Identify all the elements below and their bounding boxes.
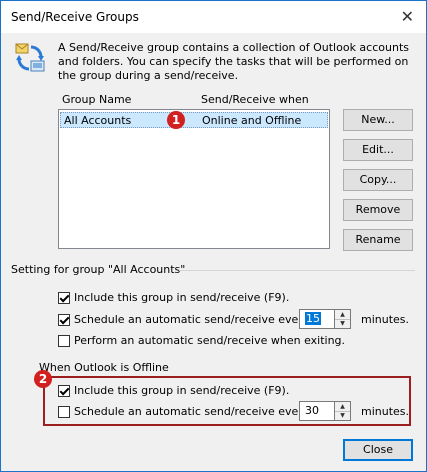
close-button[interactable]: Close	[343, 439, 413, 461]
annotation-badge-2: 2	[34, 370, 52, 388]
schedule-minutes-value: 15	[305, 312, 321, 325]
offline-schedule-checkbox[interactable]	[58, 406, 70, 418]
spin-arrows[interactable]: ▲ ▼	[335, 309, 351, 329]
edit-button[interactable]: Edit...	[343, 139, 413, 161]
send-receive-when-cell: Online and Offline	[202, 114, 302, 127]
new-button[interactable]: New...	[343, 109, 413, 131]
offline-minutes-stepper[interactable]: 30 ▲ ▼	[299, 401, 351, 421]
rename-button[interactable]: Rename	[343, 229, 413, 251]
offline-minutes-value: 30	[305, 404, 319, 417]
close-icon[interactable]: ✕	[401, 7, 414, 26]
divider	[179, 270, 415, 271]
offline-spin-arrows[interactable]: ▲ ▼	[335, 401, 351, 421]
offline-include-checkbox[interactable]	[58, 385, 70, 397]
offline-heading: When Outlook is Offline	[39, 361, 169, 374]
group-name-cell: All Accounts	[64, 114, 132, 127]
window-title: Send/Receive Groups	[11, 10, 139, 24]
title-bar: Send/Receive Groups ✕	[1, 1, 426, 33]
down-arrow-icon[interactable]: ▼	[335, 319, 350, 328]
column-header-send-receive-when: Send/Receive when	[201, 93, 309, 106]
include-label: Include this group in send/receive (F9).	[74, 291, 290, 304]
down-arrow-icon[interactable]: ▼	[335, 411, 350, 420]
column-header-group-name: Group Name	[62, 93, 132, 106]
schedule-minutes-stepper[interactable]: 15 ▲ ▼	[299, 309, 351, 329]
offline-include-label: Include this group in send/receive (F9).	[74, 384, 290, 397]
groups-list: Group Name Send/Receive when All Account…	[58, 92, 330, 249]
offline-minutes-label: minutes.	[361, 405, 410, 418]
schedule-label: Schedule an automatic send/receive every	[74, 313, 310, 326]
send-receive-groups-dialog: Send/Receive Groups ✕ A Send/Receive gro…	[0, 0, 427, 472]
send-receive-icon	[15, 43, 45, 72]
groups-listbox[interactable]: All Accounts Online and Offline 1	[58, 109, 330, 249]
exit-label: Perform an automatic send/receive when e…	[74, 334, 346, 347]
remove-button[interactable]: Remove	[343, 199, 413, 221]
include-checkbox[interactable]	[58, 292, 70, 304]
copy-button[interactable]: Copy...	[343, 169, 413, 191]
exit-checkbox[interactable]	[58, 335, 70, 347]
offline-schedule-label: Schedule an automatic send/receive every	[74, 405, 310, 418]
list-item[interactable]: All Accounts Online and Offline 1	[60, 111, 328, 129]
intro-text: A Send/Receive group contains a collecti…	[58, 41, 409, 82]
offline-minutes-input[interactable]: 30	[299, 401, 335, 421]
list-header: Group Name Send/Receive when	[58, 92, 330, 108]
annotation-badge-1: 1	[167, 111, 185, 129]
minutes-label: minutes.	[361, 313, 410, 326]
schedule-checkbox[interactable]	[58, 314, 70, 326]
setting-heading: Setting for group "All Accounts"	[11, 263, 186, 276]
schedule-minutes-input[interactable]: 15	[299, 309, 335, 329]
